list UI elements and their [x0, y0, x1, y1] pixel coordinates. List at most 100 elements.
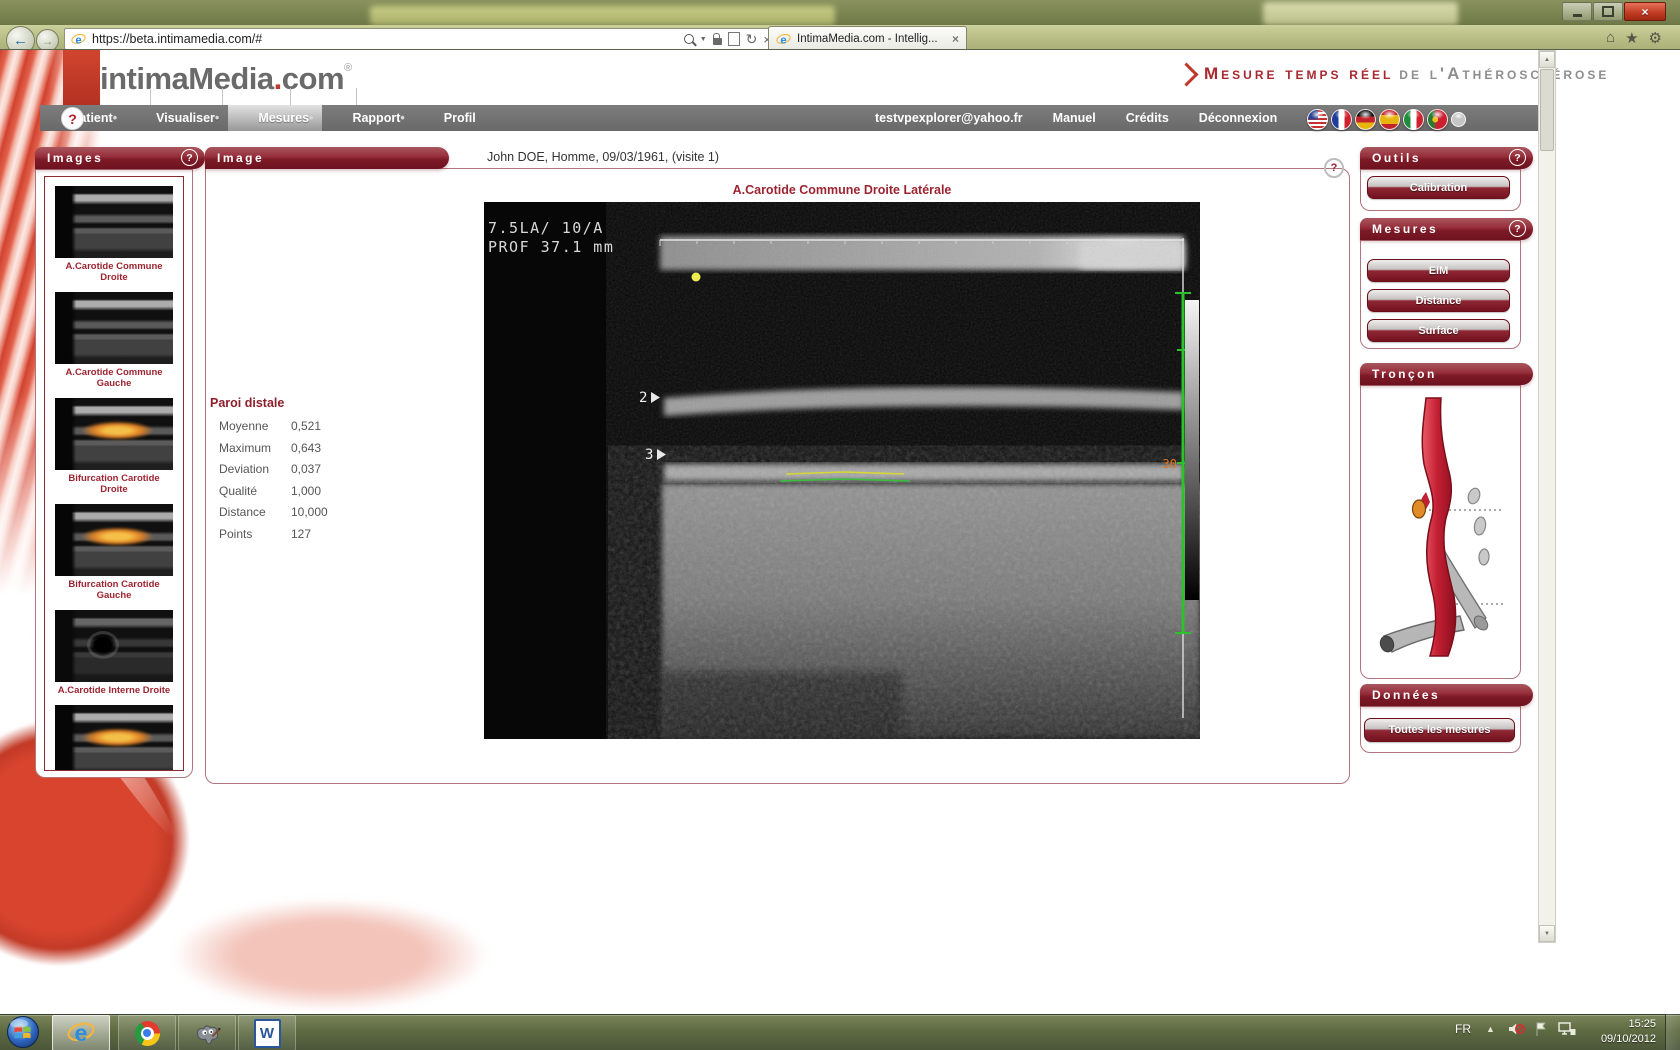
- taskbar-chrome-button[interactable]: [118, 1015, 176, 1050]
- thumbnail-image: [55, 705, 173, 771]
- search-icon[interactable]: [684, 34, 694, 44]
- donnees-panel-title: Données: [1372, 688, 1440, 702]
- toutes-les-mesures-button[interactable]: Toutes les mesures: [1364, 718, 1515, 742]
- start-button[interactable]: [6, 1015, 40, 1049]
- nav-link-deconnexion[interactable]: Déconnexion: [1199, 111, 1278, 125]
- search-dropdown-icon[interactable]: ▼: [700, 36, 707, 43]
- images-panel-header: Images ?: [35, 147, 205, 169]
- nav-item-profil[interactable]: Profil: [413, 105, 488, 131]
- mesures-panel-header: Mesures ?: [1360, 218, 1533, 240]
- outils-help-button[interactable]: ?: [1509, 149, 1526, 166]
- distance-button[interactable]: Distance: [1367, 289, 1510, 312]
- show-desktop-button[interactable]: [1665, 1014, 1680, 1050]
- flag-fr-icon[interactable]: [1331, 109, 1352, 130]
- surface-button[interactable]: Surface: [1367, 319, 1510, 342]
- flag-de-icon[interactable]: [1355, 109, 1376, 130]
- gear-icon[interactable]: ⚙: [1649, 29, 1662, 47]
- browser-command-icons: ⌂ ★ ⚙: [1606, 29, 1662, 47]
- home-icon[interactable]: ⌂: [1606, 29, 1615, 47]
- tray-expand-icon[interactable]: ▲: [1486, 1024, 1495, 1034]
- window-restore-button[interactable]: [1593, 2, 1623, 21]
- outils-panel-header: Outils ?: [1360, 147, 1533, 169]
- taskbar-ie-button[interactable]: e: [52, 1015, 110, 1050]
- flag-it-icon[interactable]: [1403, 109, 1424, 130]
- thumbnail-item[interactable]: A.Carotide Commune Droite: [55, 186, 173, 283]
- window-minimize-button[interactable]: [1562, 2, 1592, 21]
- image-panel-header: Image: [205, 147, 449, 169]
- thumbnail-item[interactable]: Bifurcation Carotide Gauche: [55, 504, 173, 601]
- thumbnail-label: Bifurcation Carotide Gauche: [55, 579, 173, 601]
- address-bar[interactable]: e https://beta.intimamedia.com/# ▼ ↻ ×: [64, 28, 778, 50]
- word-icon: W: [254, 1019, 281, 1048]
- scrollbar-thumb[interactable]: [1540, 69, 1554, 151]
- calibration-dot[interactable]: [692, 273, 701, 282]
- scroll-up-button[interactable]: ▲: [1539, 51, 1555, 68]
- thumbnail-image: [55, 398, 173, 470]
- volume-muted-icon[interactable]: [1508, 1021, 1525, 1042]
- carotid-artery-diagram[interactable]: [1374, 392, 1506, 677]
- taskbar-gimp-button[interactable]: [178, 1015, 236, 1050]
- site-logo[interactable]: intimaMedia.com®: [100, 61, 352, 97]
- image-help-button[interactable]: ?: [1324, 158, 1344, 178]
- measure-value: 0,037: [291, 462, 350, 476]
- image-panel-title: Image: [217, 151, 264, 165]
- url-text: https://beta.intimamedia.com/#: [92, 32, 678, 46]
- svg-text:e: e: [75, 1020, 88, 1046]
- decorative-swirl-pink: [120, 880, 540, 1030]
- ultrasound-canvas: 7.5LA/ 10/A PROF 37.1 mm 2 3 30: [484, 202, 1200, 739]
- action-center-flag-icon[interactable]: [1534, 1021, 1549, 1042]
- taskbar-word-button[interactable]: W: [238, 1015, 296, 1050]
- compatibility-view-icon[interactable]: [728, 32, 740, 46]
- images-help-button[interactable]: ?: [181, 149, 198, 166]
- nav-items: Patient Visualiser Mesures Rapport Profi…: [58, 105, 489, 131]
- desktop-glass-strip: ×: [0, 0, 1680, 25]
- measure-label: Moyenne: [219, 419, 291, 433]
- thumbnail-label: A.Carotide Commune Gauche: [55, 367, 173, 389]
- tab-favicon: e: [776, 32, 791, 47]
- measure-value: 0,643: [291, 441, 350, 455]
- thumbnail-item[interactable]: A.Carotide Commune Gauche: [55, 292, 173, 389]
- nav-link-manuel[interactable]: Manuel: [1053, 111, 1096, 125]
- mesures-help-button[interactable]: ?: [1509, 220, 1526, 237]
- chrome-icon: [135, 1021, 160, 1046]
- measure-value: 127: [291, 527, 350, 541]
- nav-user-links: testvpexplorer@yahoo.fr Manuel Crédits D…: [875, 105, 1277, 131]
- flag-us-icon[interactable]: [1307, 109, 1328, 130]
- flag-pt-icon[interactable]: [1427, 109, 1448, 130]
- thumbnail-item[interactable]: A.Carotide Interne Droite: [55, 610, 173, 696]
- nav-item-mesures[interactable]: Mesures: [228, 105, 322, 131]
- window-close-button[interactable]: ×: [1624, 2, 1666, 21]
- outils-panel-title: Outils: [1372, 151, 1421, 165]
- measurement-rows: Moyenne0,521 Maximum0,643 Deviation0,037…: [210, 419, 350, 541]
- nav-item-visualiser[interactable]: Visualiser: [126, 105, 228, 131]
- patient-info-line: John DOE, Homme, 09/03/1961, (visite 1): [487, 150, 719, 164]
- taskbar-clock[interactable]: 15:25 09/10/2012: [1580, 1017, 1656, 1047]
- language-indicator[interactable]: FR: [1455, 1022, 1471, 1036]
- network-icon[interactable]: [1558, 1021, 1576, 1042]
- vertical-scrollbar[interactable]: ▲ ▼: [1538, 50, 1556, 943]
- refresh-icon[interactable]: ↻: [746, 31, 758, 48]
- plaque-marker[interactable]: [1413, 500, 1426, 518]
- measure-label: Deviation: [219, 462, 291, 476]
- flag-es-icon[interactable]: [1379, 109, 1400, 130]
- tab-close-icon[interactable]: ×: [952, 32, 959, 46]
- ultrasound-image[interactable]: 7.5LA/ 10/A PROF 37.1 mm 2 3 30: [484, 202, 1200, 739]
- marker-3-label: 3: [645, 447, 653, 463]
- help-icon: ?: [68, 111, 77, 127]
- thumbnail-item[interactable]: Bifurcation Carotide Droite: [55, 398, 173, 495]
- clock-time: 15:25: [1580, 1017, 1656, 1032]
- eim-button[interactable]: EIM: [1367, 259, 1510, 282]
- nav-link-credits[interactable]: Crédits: [1126, 111, 1169, 125]
- scroll-down-button[interactable]: ▼: [1539, 925, 1555, 942]
- troncon-panel-header: Tronçon: [1360, 363, 1533, 385]
- ie-favicon: e: [71, 32, 86, 47]
- calibration-button[interactable]: Calibration: [1367, 176, 1510, 199]
- star-icon[interactable]: ★: [1625, 29, 1638, 47]
- thumbnail-item[interactable]: A.Carotide Interne Gauche: [55, 705, 173, 771]
- nav-divider: [150, 88, 151, 105]
- minimize-icon: [1573, 14, 1582, 17]
- nav-help-button[interactable]: ?: [61, 107, 84, 130]
- logo-tld: com: [282, 61, 344, 96]
- chevron-icon: [1174, 62, 1198, 86]
- browser-tab[interactable]: e IntimaMedia.com - Intellig... ×: [768, 26, 967, 51]
